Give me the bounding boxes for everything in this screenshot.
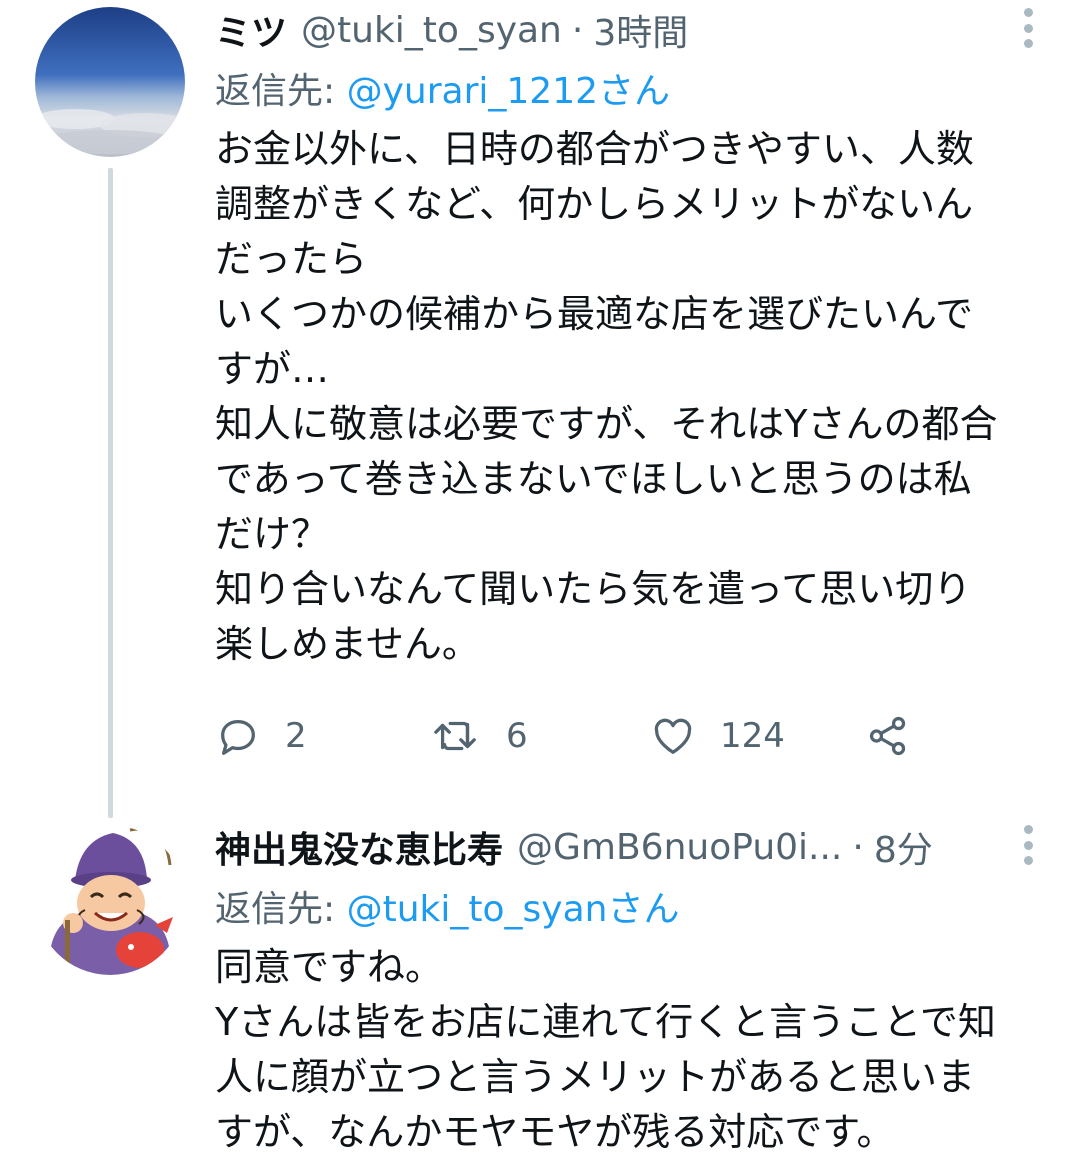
display-name[interactable]: ミツ <box>215 4 287 56</box>
avatar[interactable] <box>35 825 185 975</box>
thread-line <box>108 168 113 818</box>
reply-to: 返信先: @tuki_to_syanさん <box>215 880 679 932</box>
reply-to-label: 返信先: <box>215 889 336 930</box>
tweet-1[interactable]: ミツ @tuki_to_syan · 3時間 返信先: @yurari_1212… <box>0 0 1080 818</box>
reply-to-label: 返信先: <box>215 71 336 112</box>
separator-dot: · <box>571 9 584 51</box>
text-line: であって巻き込まないでほしいと思うのは私 <box>215 457 972 501</box>
more-icon[interactable] <box>1016 8 1040 48</box>
retweet-icon <box>434 721 476 751</box>
text-line: いくつかの候補から最適な店を選びたいんで <box>215 292 974 336</box>
text-line: 人に顔が立つと言うメリットがあると思いま <box>215 1055 976 1099</box>
tweet-text: お金以外に、日時の都合がつきやすい、人数 調整がきくなど、何かしらメリットがない… <box>215 122 1045 672</box>
text-line: 知り合いなんて聞いたら気を遣って思い切り <box>215 567 972 611</box>
ebisu-illustration <box>35 825 185 975</box>
text-line: 楽しめません。 <box>215 622 480 666</box>
user-handle[interactable]: @tuki_to_syan <box>301 10 562 51</box>
text-line: すが… <box>215 347 330 391</box>
reply-icon <box>221 719 255 755</box>
avatar[interactable] <box>35 7 185 157</box>
text-line: だったら <box>215 237 368 281</box>
tweet-2[interactable]: 神出鬼没な恵比寿 @GmB6nuoPu0i... · 8分 返信先: @tuki… <box>0 800 1080 1169</box>
reply-to: 返信先: @yurari_1212さん <box>215 62 670 114</box>
retweet-button[interactable]: 6 <box>430 713 650 759</box>
share-button[interactable] <box>865 713 911 759</box>
text-line: 知人に敬意は必要ですが、それはYさんの都合 <box>215 402 998 446</box>
display-name[interactable]: 神出鬼没な恵比寿 <box>215 821 503 873</box>
retweet-count: 6 <box>506 716 528 756</box>
text-line: Yさんは皆をお店に連れて行くと言うことで知 <box>215 1000 996 1044</box>
text-line: 調整がきくなど、何かしらメリットがないん <box>215 182 974 226</box>
text-line: 同意ですね。 <box>215 945 444 989</box>
reply-to-mention[interactable]: @tuki_to_syanさん <box>347 889 680 930</box>
reply-to-mention[interactable]: @yurari_1212さん <box>347 71 670 112</box>
timestamp[interactable]: 3時間 <box>593 4 688 56</box>
tweet-actions: 2 6 124 <box>215 708 935 764</box>
reply-button[interactable]: 2 <box>215 713 430 759</box>
like-count: 124 <box>720 716 785 756</box>
like-button[interactable]: 124 <box>650 713 865 759</box>
like-icon <box>654 718 692 754</box>
text-line: すが、なんかモヤモヤが残る対応です。 <box>215 1110 895 1154</box>
reply-count: 2 <box>285 716 307 756</box>
tweet-header: 神出鬼没な恵比寿 @GmB6nuoPu0i... · 8分 <box>215 817 1000 877</box>
tweet-text: 同意ですね。 Yさんは皆をお店に連れて行くと言うことで知 人に顔が立つと言うメリ… <box>215 940 1045 1160</box>
user-handle[interactable]: @GmB6nuoPu0i... <box>517 827 842 868</box>
tweet-header: ミツ @tuki_to_syan · 3時間 <box>215 0 1000 60</box>
share-icon <box>869 716 906 756</box>
timestamp[interactable]: 8分 <box>874 821 933 873</box>
text-line: お金以外に、日時の都合がつきやすい、人数 <box>215 127 974 171</box>
separator-dot: · <box>852 826 864 868</box>
text-line: だけ？ <box>215 512 330 556</box>
more-icon[interactable] <box>1016 825 1040 865</box>
